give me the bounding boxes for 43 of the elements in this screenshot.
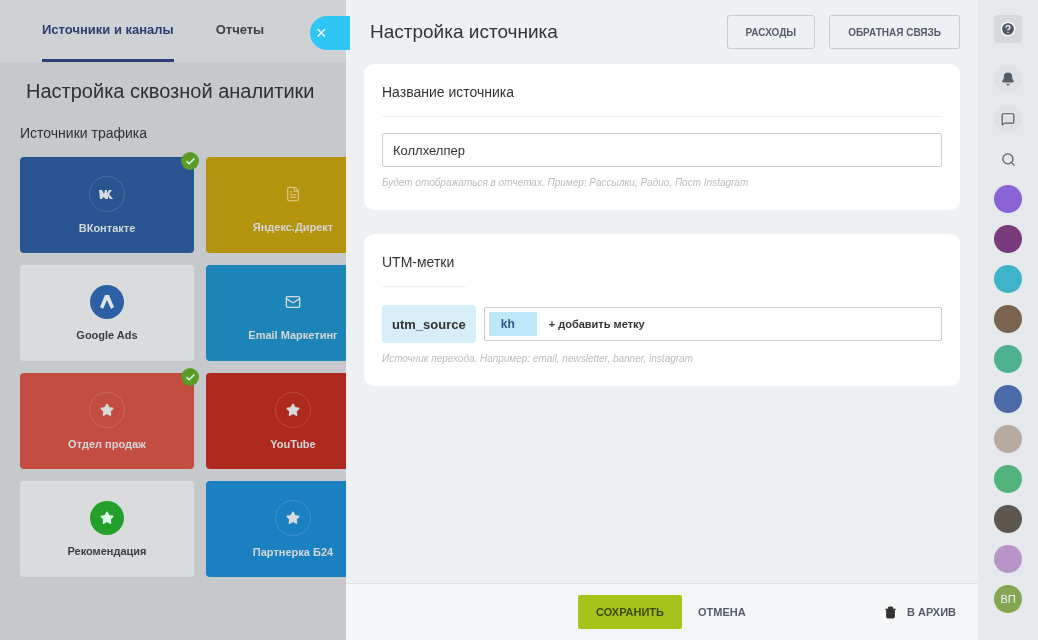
bell-icon[interactable] (994, 65, 1022, 93)
tab[interactable]: Источники и каналы (42, 0, 174, 62)
source-name: YouTube (270, 438, 316, 450)
source-name: Партнерка Б24 (252, 546, 334, 558)
utm-param-label: utm_source (382, 305, 476, 343)
avatar-photo[interactable] (994, 505, 1022, 533)
header-button[interactable]: ОБРАТНАЯ СВЯЗЬ (829, 15, 960, 49)
hint-text: Будет отображаться в отчетах. Пример: Рассылки, Радио, Пост Instagram (382, 177, 750, 188)
name-input[interactable]: Коллхелпер (382, 133, 942, 167)
header-button[interactable]: РАСХОДЫ (726, 15, 816, 49)
source-tile[interactable]: Рекомендация (20, 481, 194, 577)
chat-icon[interactable] (994, 105, 1022, 133)
avatar-icon[interactable] (994, 225, 1022, 253)
avatar-icon[interactable] (994, 185, 1022, 213)
section-title: Источники трафика (20, 125, 149, 141)
source-tile[interactable]: YouTube (206, 373, 346, 469)
source-name: Рекомендация (67, 545, 147, 557)
source-name: Отдел продаж (68, 438, 146, 450)
card-title: UTM-метки (382, 254, 467, 287)
hint-text: Источник перехода. Например: email, newsletter, banner, instagram (382, 353, 694, 364)
tag[interactable]: kh (488, 312, 537, 336)
tag-field[interactable]: kh + добавить метку (483, 307, 942, 341)
source-tile[interactable]: Google Ads (20, 265, 194, 361)
page-title: Настройка сквозной аналитики (26, 80, 316, 103)
add-tag-link[interactable]: + добавить метку (548, 318, 645, 330)
source-name: Email Маркетинг (248, 329, 338, 341)
source-name: Google Ads (76, 329, 138, 341)
source-tile[interactable]: Отдел продаж (20, 373, 194, 469)
source-name: Яндекс.Директ (252, 221, 334, 233)
panel-title: Настройка источника (370, 21, 559, 43)
card-title: Название источника (382, 84, 942, 117)
source-name: ВКонтакте (78, 222, 136, 234)
ads-logo-icon (90, 285, 124, 319)
help-icon (1000, 21, 1016, 37)
source-tile[interactable]: ВКонтакте (20, 157, 194, 253)
trash-icon (883, 605, 897, 619)
help-button[interactable] (994, 15, 1022, 43)
cancel-button[interactable]: ОТМЕНА (691, 605, 752, 619)
tab[interactable]: Отчеты (215, 0, 265, 62)
avatar-photo[interactable] (994, 305, 1022, 333)
avatar-icon[interactable] (994, 385, 1022, 413)
save-button[interactable]: СОХРАНИТЬ (578, 595, 682, 629)
archive-button[interactable]: В АРХИВ (877, 604, 962, 620)
